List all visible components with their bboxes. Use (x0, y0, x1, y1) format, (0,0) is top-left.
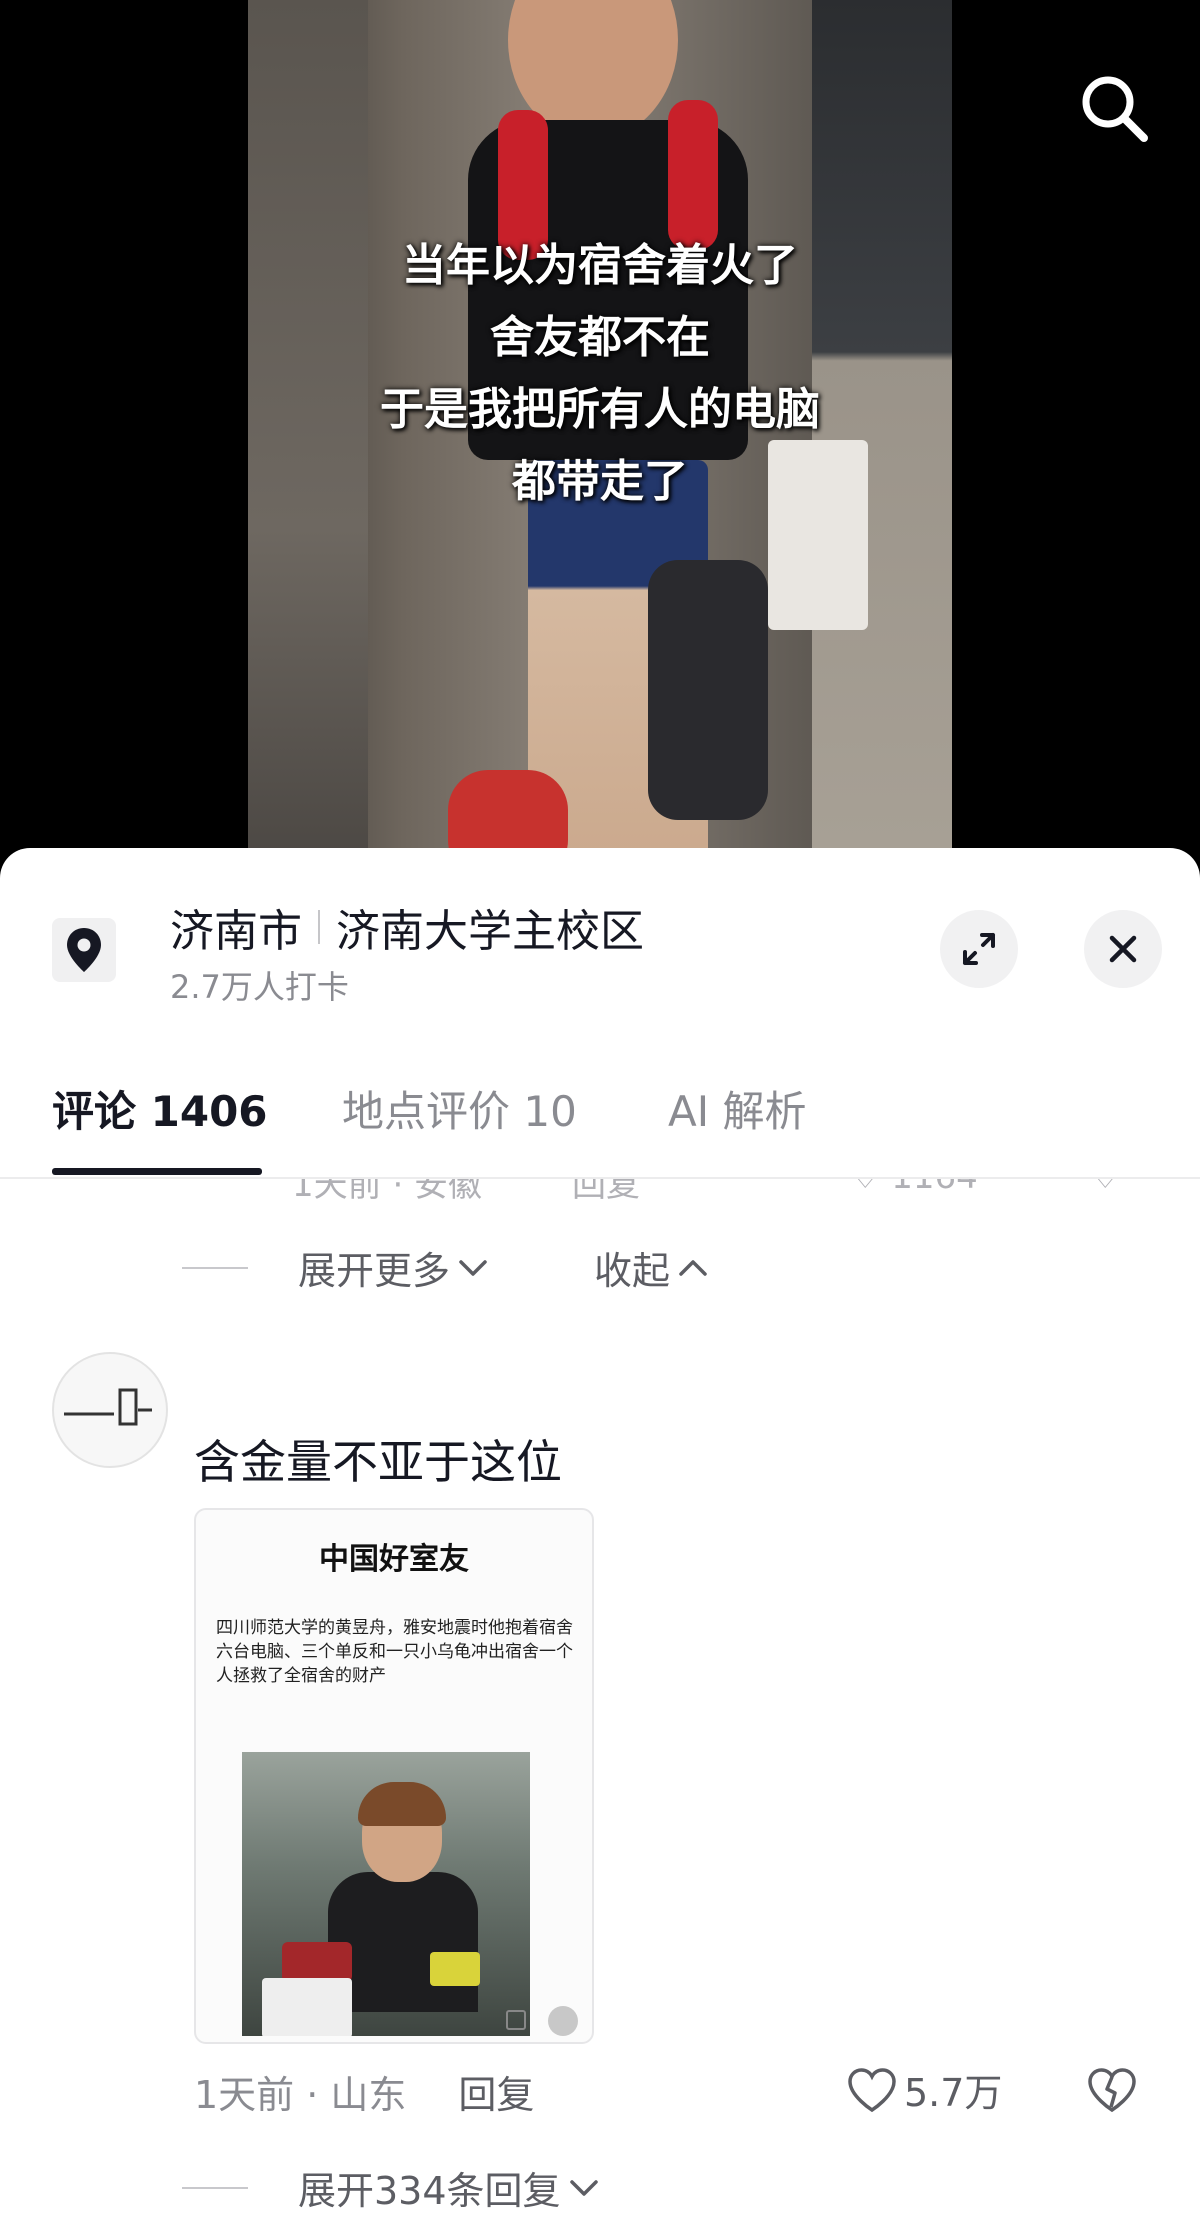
previous-reply-meta: 1天前 · 安徽 回复 ♡ 1164 ♡ (292, 1179, 1120, 1203)
video-player[interactable]: 当年以为宿舍着火了 舍友都不在 于是我把所有人的电脑 都带走了 (0, 0, 1200, 880)
caption-line: 都带走了 (512, 456, 688, 507)
expand-more-label: 展开更多 (298, 1249, 451, 1293)
like-count: 5.7万 (904, 2071, 1003, 2115)
comment-sheet (0, 848, 1200, 2231)
avatar[interactable] (52, 1352, 168, 1468)
image-body-text: 四川师范大学的黄昱舟，雅安地震时他抱着宿舍六台电脑、三个单反和一只小乌龟冲出宿舍… (216, 1618, 573, 1686)
tab-ai-analysis[interactable]: AI 解析 (668, 1070, 806, 1178)
collapse-row[interactable]: 收起 (594, 1240, 710, 1295)
expand-line (182, 2186, 248, 2189)
comment-text: 含金量不亚于这位 (194, 1435, 562, 1489)
chevron-down-icon (569, 2179, 598, 2196)
expand-replies-label: 展开334条回复 (298, 2169, 561, 2213)
location-pin-icon (52, 918, 116, 982)
search-icon[interactable] (1076, 70, 1152, 146)
tab-place-reviews[interactable]: 地点评价 10 (342, 1070, 577, 1178)
active-tab-indicator (52, 1168, 262, 1175)
checkin-count: 2.7万人打卡 (170, 968, 349, 1006)
expand-replies-row[interactable]: 展开334条回复 (182, 2160, 601, 2215)
chevron-up-icon (679, 1259, 707, 1276)
expand-more-row[interactable]: 展开更多 (182, 1240, 490, 1295)
caption-line: 于是我把所有人的电脑 (380, 384, 820, 435)
comment-image[interactable]: 中国好室友 四川师范大学的黄昱舟，雅安地震时他抱着宿舍六台电脑、三个单反和一只小… (194, 1508, 594, 2044)
location-place: 济南大学主校区 (336, 906, 644, 957)
scan-icon (506, 2010, 526, 2030)
broken-heart-icon (1088, 2068, 1136, 2113)
image-title: 中国好室友 (319, 1542, 469, 1577)
video-caption: 当年以为宿舍着火了 舍友都不在 于是我把所有人的电脑 都带走了 (248, 230, 952, 518)
close-button[interactable] (1084, 910, 1162, 988)
title-separator (318, 910, 320, 944)
caption-line: 舍友都不在 (490, 312, 710, 363)
expand-line (182, 1266, 248, 1269)
tab-bar: 评论 1406 地点评价 10 AI 解析 (0, 1070, 1200, 1178)
close-icon (1109, 935, 1137, 963)
expand-button[interactable] (940, 910, 1018, 988)
image-photo (242, 1752, 530, 2036)
dislike-button[interactable] (1086, 2066, 1138, 2118)
tab-comments[interactable]: 评论 1406 (52, 1070, 268, 1178)
collapse-label: 收起 (594, 1249, 671, 1293)
like-button[interactable]: 5.7万 (846, 2062, 1002, 2117)
location-title[interactable]: 济南市 济南大学主校区 (170, 895, 644, 959)
chevron-down-icon (459, 1259, 487, 1276)
heart-icon (848, 2067, 896, 2112)
caption-line: 当年以为宿舍着火了 (402, 240, 798, 291)
location-city: 济南市 (170, 906, 302, 957)
expand-icon (963, 933, 995, 965)
pause-icon (548, 2006, 578, 2036)
comment-time-location: 1天前 · 山东 (194, 2073, 407, 2117)
reply-button[interactable]: 回复 (458, 2064, 534, 2119)
comment-meta: 1天前 · 山东 回复 (194, 2064, 534, 2119)
